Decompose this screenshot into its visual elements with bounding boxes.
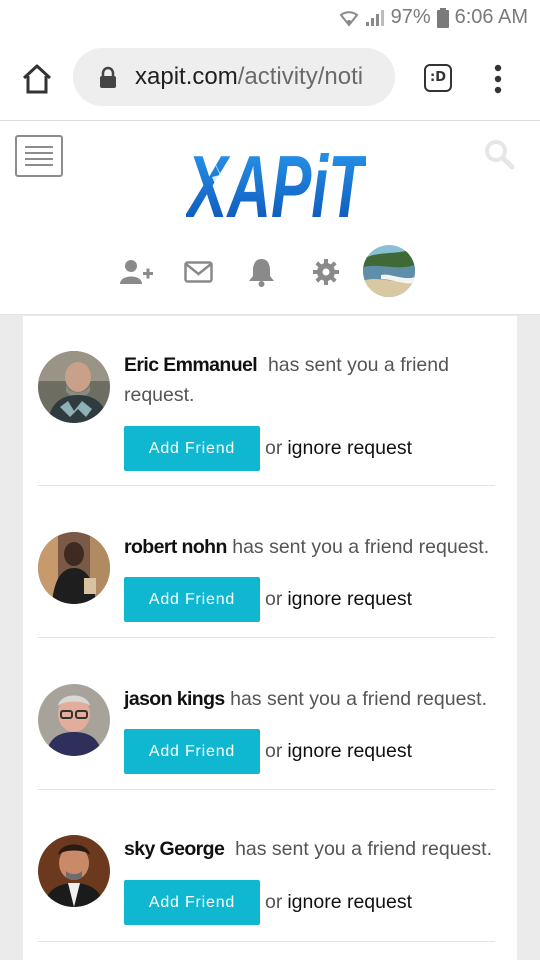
notification-text: robert nohn has sent you a friend reques… [124, 532, 496, 562]
mail-icon[interactable] [184, 261, 213, 283]
or-text: or [265, 740, 283, 762]
profile-avatar[interactable] [363, 245, 415, 297]
site-header: XAPiT [0, 121, 540, 315]
friend-request-item: robert nohn has sent you a friend reques… [37, 486, 495, 638]
notification-message: has sent you a friend request. [230, 688, 488, 710]
avatar-photo [38, 532, 110, 604]
battery-icon [436, 7, 449, 28]
ignore-request-link[interactable]: ignore request [287, 891, 412, 914]
notification-message: has sent you a friend request. [235, 838, 492, 860]
url-domain: xapit.com [135, 63, 238, 90]
notification-text: sky George has sent you a friend request… [124, 834, 496, 864]
add-friend-icon[interactable] [120, 259, 154, 285]
status-bar: 97% 6:06 AM [0, 0, 540, 38]
url-path: /activity/noti [237, 63, 364, 90]
home-icon[interactable] [20, 62, 54, 96]
battery-percent: 97% [390, 6, 431, 28]
add-friend-button[interactable]: Add Friend [124, 880, 260, 925]
status-indicators: 97% 6:06 AM [339, 6, 528, 29]
ignore-request-link[interactable]: ignore request [287, 740, 412, 763]
notifications-panel: Eric Emmanuel has sent you a friend requ… [23, 316, 517, 960]
more-vert-icon[interactable] [490, 64, 506, 94]
avatar-photo [38, 684, 110, 756]
ignore-request-link[interactable]: ignore request [287, 588, 412, 611]
ignore-request-link[interactable]: ignore request [287, 437, 412, 460]
search-icon[interactable] [483, 138, 515, 170]
avatar[interactable] [38, 684, 110, 756]
notification-text: Eric Emmanuel has sent you a friend requ… [124, 350, 496, 410]
friend-request-item: Eric Emmanuel has sent you a friend requ… [37, 316, 495, 486]
or-text: or [265, 588, 283, 610]
or-text: or [265, 891, 283, 913]
user-name[interactable]: robert nohn [124, 536, 227, 558]
notification-text: jason kings has sent you a friend reques… [124, 684, 496, 714]
avatar-photo [38, 835, 110, 907]
browser-toolbar: xapit.com/activity/noti :D [0, 38, 540, 121]
gear-icon[interactable] [313, 259, 339, 285]
logo-text: XAPiT [186, 137, 366, 227]
tab-switcher-button[interactable]: :D [424, 64, 452, 92]
friend-request-item: sky George has sent you a friend request… [37, 790, 495, 942]
site-logo[interactable]: XAPiT [186, 137, 366, 227]
url-text: xapit.com/activity/noti [135, 63, 363, 91]
avatar-photo [38, 351, 110, 423]
add-friend-button[interactable]: Add Friend [124, 426, 260, 471]
request-actions: Add Friend or ignore request [124, 426, 412, 471]
friend-request-item: jason kings has sent you a friend reques… [37, 638, 495, 790]
or-text: or [265, 437, 283, 459]
profile-avatar-image [363, 245, 415, 297]
address-bar[interactable]: xapit.com/activity/noti [73, 48, 395, 106]
notification-message: has sent you a friend request. [232, 536, 490, 558]
add-friend-button[interactable]: Add Friend [124, 577, 260, 622]
request-actions: Add Friend or ignore request [124, 880, 412, 925]
avatar[interactable] [38, 835, 110, 907]
add-friend-button[interactable]: Add Friend [124, 729, 260, 774]
clock: 6:06 AM [454, 6, 528, 28]
avatar[interactable] [38, 532, 110, 604]
bell-icon[interactable] [248, 257, 275, 287]
user-name[interactable]: sky George [124, 838, 225, 860]
lock-icon [100, 66, 116, 88]
request-actions: Add Friend or ignore request [124, 729, 412, 774]
request-actions: Add Friend or ignore request [124, 577, 412, 622]
user-name[interactable]: Eric Emmanuel [124, 354, 258, 376]
user-name[interactable]: jason kings [124, 688, 225, 710]
wifi-icon [339, 10, 358, 27]
menu-icon[interactable] [15, 135, 63, 177]
signal-icon [365, 9, 384, 26]
avatar[interactable] [38, 351, 110, 423]
